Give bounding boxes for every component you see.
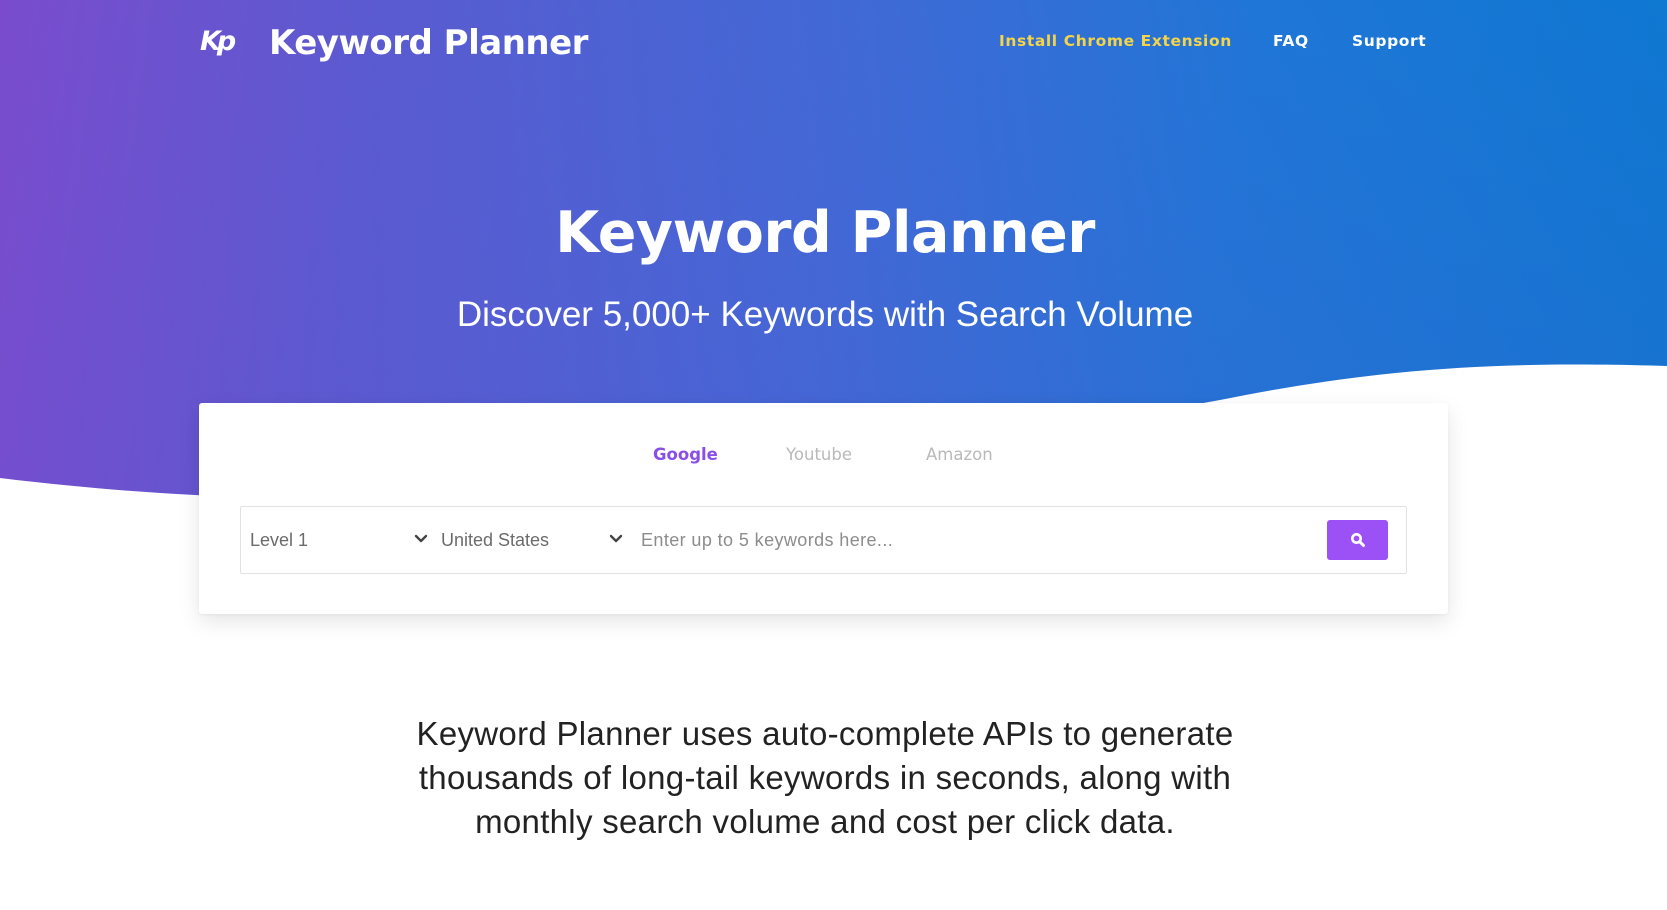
nav-support[interactable]: Support [1352, 30, 1426, 52]
search-button[interactable] [1327, 520, 1388, 560]
chevron-down-icon [609, 534, 623, 543]
logo-icon[interactable]: Kp [200, 24, 236, 60]
tab-amazon[interactable]: Amazon [926, 443, 993, 467]
tab-google[interactable]: Google [653, 443, 718, 467]
level-select[interactable]: Level 1 [250, 507, 428, 573]
search-icon [1350, 533, 1365, 547]
keyword-input[interactable] [641, 519, 1331, 561]
description-text: Keyword Planner uses auto-complete APIs … [0, 712, 1650, 844]
tab-youtube[interactable]: Youtube [786, 443, 852, 467]
nav-faq[interactable]: FAQ [1273, 30, 1309, 52]
description-line: monthly search volume and cost per click… [475, 803, 1175, 840]
hero-subtitle: Discover 5,000+ Keywords with Search Vol… [456, 295, 1194, 334]
hero-title: Keyword Planner [555, 200, 1095, 266]
brand-name[interactable]: Keyword Planner [269, 20, 588, 66]
country-select[interactable]: United States [441, 507, 623, 573]
search-bar: Level 1 United States [240, 506, 1407, 574]
nav-install-chrome-extension[interactable]: Install Chrome Extension [999, 30, 1232, 52]
chevron-down-icon [414, 534, 428, 543]
country-select-value: United States [441, 529, 550, 550]
site-header: Kp Keyword Planner Install Chrome Extens… [0, 0, 1667, 84]
search-card: Google Youtube Amazon Level 1 United Sta… [199, 403, 1448, 614]
description-line: thousands of long-tail keywords in secon… [418, 759, 1232, 796]
level-select-value: Level 1 [250, 529, 309, 550]
description-line: Keyword Planner uses auto-complete APIs … [416, 715, 1234, 752]
